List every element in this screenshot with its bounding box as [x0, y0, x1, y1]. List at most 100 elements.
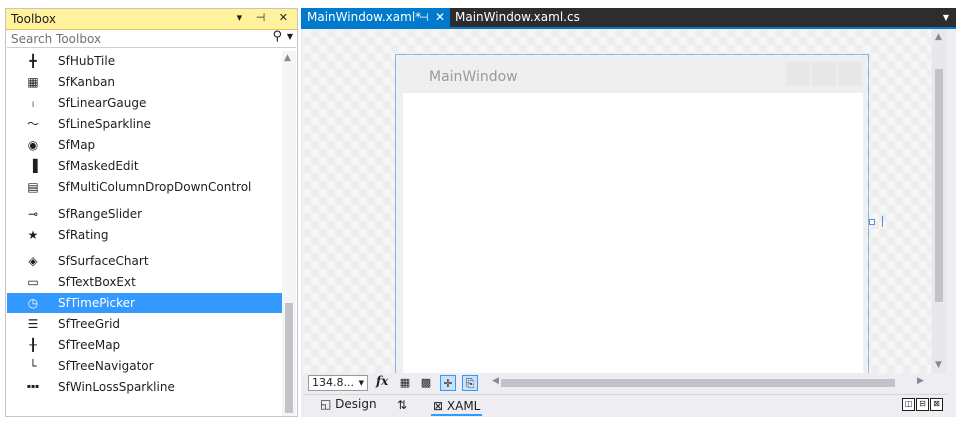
vertical-split-icon[interactable]: ◫	[902, 398, 915, 411]
toolbox-item-sfwinlosssparkline[interactable]: ▪▪▪ SfWinLossSparkline	[7, 377, 284, 397]
horizontal-scroll-thumb[interactable]	[501, 379, 895, 387]
textbox-icon: ▭	[27, 275, 39, 289]
scroll-left-icon[interactable]: ◀	[492, 376, 499, 386]
toolbox-title: Toolbox	[11, 12, 56, 26]
rating-star-icon: ★	[27, 228, 39, 242]
design-canvas[interactable]: MainWindow	[303, 29, 931, 373]
toolbox-header: Toolbox ▾ ⊣ ✕	[6, 9, 297, 30]
canvas-vertical-scrollbar[interactable]: ▲ ▼	[932, 29, 946, 373]
toolbox-item-sflinesparkline[interactable]: 〜 SfLineSparkline	[7, 114, 284, 134]
tab-mainwindow-xaml[interactable]: MainWindow.xaml* ⊣ ✕	[301, 8, 450, 27]
snap-lines-icon[interactable]: ⎘	[462, 375, 478, 391]
scroll-up-icon[interactable]: ▲	[284, 53, 291, 63]
sparkline-icon: 〜	[26, 117, 39, 131]
split-view-buttons: ◫ ⊟ ⊠	[901, 398, 943, 412]
zoom-value: 134.8...	[312, 376, 354, 389]
fx-button[interactable]: fx	[376, 374, 388, 388]
vertical-scroll-thumb[interactable]	[935, 69, 943, 302]
window-client-area[interactable]	[403, 93, 863, 373]
window-preview[interactable]: MainWindow	[397, 56, 867, 373]
toolbox-item-sftimepicker[interactable]: ◷ SfTimePicker	[7, 293, 284, 313]
design-view-icon: ◱	[320, 397, 332, 411]
toolbox-item-label: SfMultiColumnDropDownControl	[58, 180, 252, 194]
toolbox-item-label: SfTextBoxExt	[58, 275, 136, 289]
toolbox-item-label: SfWinLossSparkline	[58, 380, 175, 394]
tab-label: Design	[335, 397, 377, 411]
toolbox-item-sfrangeslider[interactable]: ⊸ SfRangeSlider	[7, 204, 284, 224]
toolbox-item-label: SfRating	[58, 228, 109, 242]
xaml-view-icon: ⊠	[433, 399, 444, 413]
close-icon[interactable]: ✕	[435, 8, 445, 27]
artboard-icon[interactable]: ✛	[440, 375, 456, 391]
collapse-pane-icon[interactable]: ⊠	[930, 398, 943, 411]
toolbox-item-sfmaskededit[interactable]: ▐ SfMaskedEdit	[7, 156, 284, 176]
linear-gauge-icon: ₗ	[32, 96, 34, 110]
toolbox-item-label: SfMap	[58, 138, 96, 152]
tab-mainwindow-xaml-cs[interactable]: MainWindow.xaml.cs	[455, 8, 580, 27]
tab-label: MainWindow.xaml*	[307, 10, 422, 24]
scroll-up-icon[interactable]: ▲	[935, 32, 942, 42]
masked-edit-icon: ▐	[28, 159, 38, 173]
toolbox-item-label: SfLinearGauge	[58, 96, 147, 110]
kanban-icon: ▦	[27, 75, 39, 89]
search-icon[interactable]: ⚲	[272, 29, 282, 44]
snap-grid-icon[interactable]: ▩	[418, 375, 434, 391]
close-button	[838, 62, 862, 86]
toolbox-item-sfmulticolumndropdowncontrol[interactable]: ▤ SfMultiColumnDropDownControl	[7, 177, 284, 197]
toolbox-item-sfhubtile[interactable]: ╋ SfHubTile	[7, 51, 284, 71]
toolbox-item-sfsurfacechart[interactable]: ◈ SfSurfaceChart	[7, 251, 284, 271]
scroll-right-icon[interactable]: ▶	[917, 376, 924, 386]
tab-design[interactable]: ◱ Design	[320, 397, 377, 411]
toolbox-item-label: SfHubTile	[58, 54, 116, 68]
designer-editor: MainWindow.xaml* ⊣ ✕ MainWindow.xaml.cs …	[301, 8, 956, 417]
toolbox-scrollbar[interactable]: ▲	[282, 51, 296, 416]
tree-grid-icon: ☰	[27, 317, 39, 331]
toolbox-item-sfmap[interactable]: ◉ SfMap	[7, 135, 284, 155]
toolbox-item-sftreemap[interactable]: ╂ SfTreeMap	[7, 335, 284, 355]
surface-chart-icon: ◈	[28, 254, 38, 268]
toolbox-item-label: SfTimePicker	[58, 296, 135, 310]
toolbox-item-label: SfKanban	[58, 75, 116, 89]
tree-navigator-icon: └	[29, 359, 37, 373]
toolbox-search-input[interactable]	[11, 31, 251, 46]
toolbox-item-sftreegrid[interactable]: ☰ SfTreeGrid	[7, 314, 284, 334]
tab-xaml[interactable]: ⊠ XAML	[431, 399, 483, 416]
tab-list-dropdown-icon[interactable]: ▼	[943, 13, 949, 22]
toolbox-item-sfkanban[interactable]: ▦ SfKanban	[7, 72, 284, 92]
map-icon: ◉	[27, 138, 39, 152]
chevron-down-icon[interactable]: ▼	[287, 32, 293, 41]
chevron-down-icon[interactable]: ▼	[359, 376, 364, 390]
horizontal-split-icon[interactable]: ⊟	[916, 398, 929, 411]
toolbox-item-sflineargauge[interactable]: ₗ SfLinearGauge	[7, 93, 284, 113]
toolbox-item-sftreenavigator[interactable]: └ SfTreeNavigator	[7, 356, 284, 376]
tab-label: MainWindow.xaml.cs	[455, 10, 580, 24]
toolbox-item-label: SfRangeSlider	[58, 207, 143, 221]
toolbox-panel: Toolbox ▾ ⊣ ✕ ⚲ ▼ ╋ SfHubTile ▦ SfKanban…	[5, 8, 298, 417]
document-tab-bar: MainWindow.xaml* ⊣ ✕ MainWindow.xaml.cs …	[301, 8, 956, 27]
scroll-down-icon[interactable]: ▼	[935, 360, 942, 370]
clock-icon: ◷	[27, 296, 39, 310]
toolbox-item-label: SfSurfaceChart	[58, 254, 149, 268]
toolbox-item-label: SfMaskedEdit	[58, 159, 139, 173]
swap-panes-icon[interactable]: ⇅	[397, 398, 407, 412]
designer-toolbar: 134.8... ▼ fx ▦ ▩ ✛ ⎘ ◀ ▶	[303, 374, 947, 393]
resize-handle[interactable]	[869, 219, 875, 225]
toolbox-item-sfrating[interactable]: ★ SfRating	[7, 225, 284, 245]
tab-label: XAML	[446, 399, 481, 413]
hubtile-icon: ╋	[29, 54, 37, 68]
zoom-dropdown[interactable]: 134.8... ▼	[308, 375, 368, 391]
view-switch-bar: ◱ Design ⇅ ⊠ XAML ◫ ⊟ ⊠	[303, 394, 947, 416]
maximize-button	[812, 62, 836, 86]
toolbox-item-label: SfLineSparkline	[58, 117, 151, 131]
toolbox-scroll-thumb[interactable]	[285, 303, 293, 413]
treemap-icon: ╂	[29, 338, 37, 352]
toolbox-item-label: SfTreeGrid	[58, 317, 121, 331]
toolbox-item-sftextboxext[interactable]: ▭ SfTextBoxExt	[7, 272, 284, 292]
toolbox-window-controls[interactable]: ▾ ⊣ ✕	[237, 11, 293, 24]
range-slider-icon: ⊸	[27, 207, 39, 221]
resize-adorner	[882, 216, 883, 227]
minimize-button	[786, 62, 810, 86]
pin-icon[interactable]: ⊣	[419, 8, 429, 27]
winloss-sparkline-icon: ▪▪▪	[26, 383, 40, 390]
grid-icon[interactable]: ▦	[397, 375, 413, 391]
